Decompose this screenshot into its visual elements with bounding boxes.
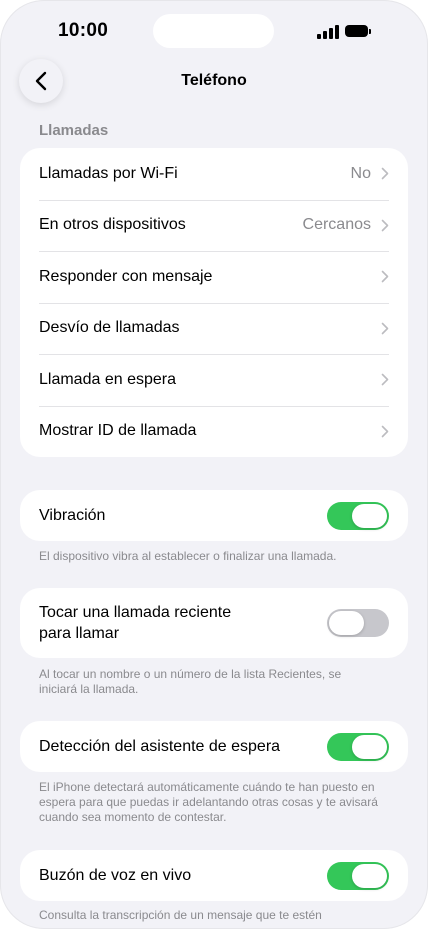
row-value: No	[350, 164, 371, 182]
toggle-knob	[329, 611, 364, 635]
toggle-knob	[352, 863, 387, 888]
toggle-knob	[352, 503, 387, 528]
hold-assist-footnote: El iPhone detectará automáticamente cuán…	[39, 780, 378, 824]
row-call-forwarding[interactable]: Desvío de llamadas	[20, 302, 408, 355]
row-hold-assist: Detección del asistente de espera	[20, 721, 408, 772]
vibration-toggle[interactable]	[327, 501, 389, 530]
row-wifi-calling[interactable]: Llamadas por Wi-Fi No	[20, 148, 408, 200]
hold-assist-toggle[interactable]	[327, 732, 389, 761]
row-other-devices[interactable]: En otros dispositivos Cercanos	[20, 199, 408, 252]
dynamic-island	[153, 14, 274, 48]
row-value: Cercanos	[302, 216, 371, 234]
hold-assist-group: Detección del asistente de espera	[20, 721, 408, 772]
live-voicemail-group: Buzón de voz en vivo	[20, 850, 408, 901]
row-label: En otros dispositivos	[39, 216, 186, 234]
tap-to-call-footnote: Al tocar un nombre o un número de la lis…	[39, 667, 342, 696]
page-title: Teléfono	[181, 72, 247, 89]
phone-screen: 10:00 Teléfono Llamadas Llamadas por Wi-…	[0, 0, 428, 929]
status-time: 10:00	[58, 20, 109, 41]
vibration-footnote: El dispositivo vibra al establecer o fin…	[39, 549, 337, 563]
row-label: Responder con mensaje	[39, 267, 213, 285]
toggle-knob	[352, 734, 387, 759]
section-header-calls: Llamadas	[39, 122, 109, 139]
chevron-right-icon	[381, 373, 389, 386]
signal-icon	[317, 25, 339, 39]
chevron-right-icon	[381, 219, 389, 232]
row-label: Llamadas por Wi-Fi	[39, 164, 178, 182]
battery-icon	[345, 25, 368, 37]
chevron-right-icon	[381, 167, 389, 180]
row-label: Mostrar ID de llamada	[39, 422, 197, 440]
row-tap-to-call: Tocar una llamada reciente para llamar	[20, 588, 408, 658]
row-label: Detección del asistente de espera	[39, 737, 281, 755]
tap-to-call-toggle[interactable]	[327, 609, 389, 637]
live-voicemail-footnote: Consulta la transcripción de un mensaje …	[39, 908, 322, 922]
row-show-caller-id[interactable]: Mostrar ID de llamada	[20, 405, 408, 458]
row-label: Llamada en espera	[39, 370, 176, 388]
row-label: Desvío de llamadas	[39, 319, 180, 337]
row-vibration: Vibración	[20, 490, 408, 541]
chevron-right-icon	[381, 270, 389, 283]
chevron-right-icon	[381, 322, 389, 335]
live-voicemail-toggle[interactable]	[327, 861, 389, 890]
row-respond-with-text[interactable]: Responder con mensaje	[20, 251, 408, 303]
chevron-right-icon	[381, 425, 389, 438]
row-call-waiting[interactable]: Llamada en espera	[20, 354, 408, 406]
calls-group: Llamadas por Wi-Fi No En otros dispositi…	[20, 148, 408, 457]
row-live-voicemail: Buzón de voz en vivo	[20, 850, 408, 901]
battery-tip	[369, 29, 371, 34]
row-label: Buzón de voz en vivo	[39, 866, 192, 884]
vibration-group: Vibración	[20, 490, 408, 541]
tap-to-call-group: Tocar una llamada reciente para llamar	[20, 588, 408, 658]
row-label: Vibración	[39, 506, 106, 524]
row-label: Tocar una llamada reciente para llamar	[39, 604, 232, 642]
